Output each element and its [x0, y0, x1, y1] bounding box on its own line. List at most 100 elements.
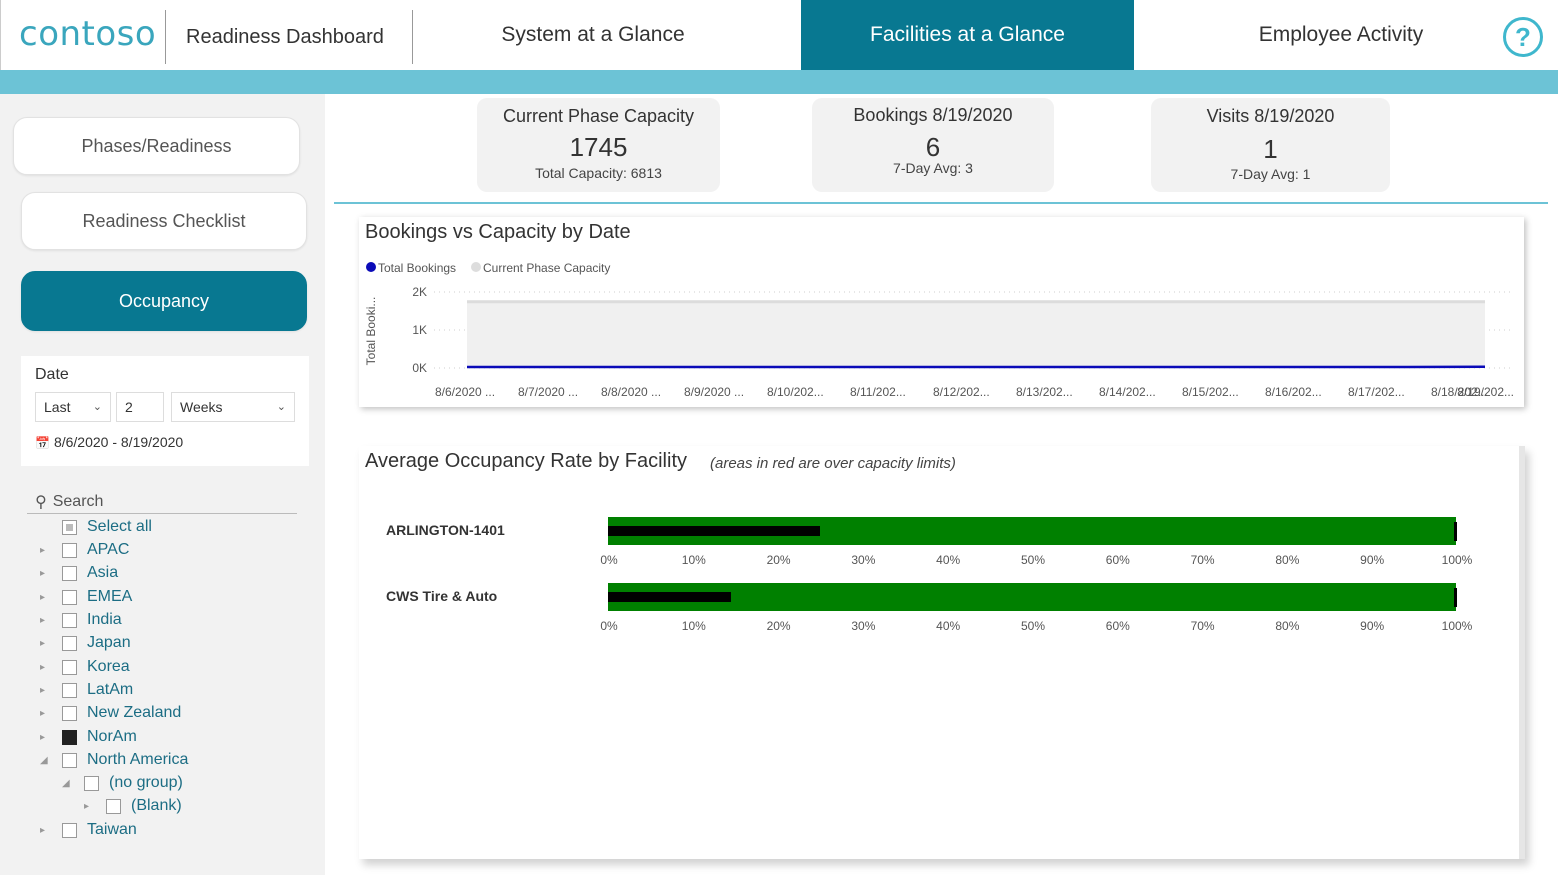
occupancy-bar	[608, 592, 731, 602]
x-tick-label: 60%	[1106, 619, 1130, 633]
checkbox[interactable]	[62, 589, 77, 605]
occupancy-button[interactable]: Occupancy	[21, 271, 307, 331]
legend-marker-current-phase-capacity	[471, 262, 481, 272]
list-item[interactable]: ▸ Korea	[40, 656, 130, 678]
date-slicer: Date Last ⌄ 2 Weeks ⌄ 📅 8/6/2020 - 8/19/2…	[21, 356, 309, 466]
occupancy-rate-panel: Average Occupancy Rate by Facility (area…	[359, 446, 1525, 859]
header-divider	[165, 10, 166, 64]
list-item-label: Japan	[87, 634, 131, 651]
checkbox[interactable]	[84, 775, 99, 791]
dashboard-root: contoso Readiness Dashboard System at a …	[0, 0, 1562, 875]
x-tick-label: 0%	[600, 553, 618, 567]
list-item-label: Taiwan	[87, 821, 137, 838]
occupancy-bar	[608, 526, 820, 536]
list-item[interactable]: ▸ India	[40, 609, 122, 631]
x-tick-label: 8/6/2020 ...	[435, 385, 495, 399]
top-header: contoso Readiness Dashboard System at a …	[0, 0, 1558, 70]
checkbox[interactable]	[62, 612, 77, 628]
bookings-capacity-chart: Total Bookings Current Phase Capacity 2K 1K…	[364, 261, 1514, 399]
chevron-down-icon[interactable]: ◢	[40, 755, 50, 766]
list-item[interactable]: ▸ NorAm	[40, 726, 137, 748]
period-count-input[interactable]: 2	[116, 392, 164, 422]
chevron-right-icon[interactable]: ▸	[40, 708, 50, 719]
list-item[interactable]: ▸ Japan	[40, 632, 131, 654]
chevron-right-icon[interactable]: ▸	[40, 638, 50, 649]
chevron-down-icon[interactable]: ◢	[62, 778, 72, 789]
list-item[interactable]: ▸ Asia	[40, 562, 118, 584]
checkbox-checked[interactable]	[62, 729, 77, 745]
checkbox[interactable]	[62, 565, 77, 581]
phases-readiness-button[interactable]: Phases/Readiness	[13, 117, 300, 175]
kpi-subtitle: 7-Day Avg: 3	[893, 160, 973, 176]
capacity-band	[608, 583, 1456, 611]
chevron-down-icon: ⌄	[92, 401, 102, 413]
list-item[interactable]: ▸ (Blank)	[84, 795, 182, 817]
x-tick-label: 20%	[767, 553, 791, 567]
checkbox[interactable]	[106, 798, 121, 814]
chevron-right-icon[interactable]: ▸	[40, 662, 50, 673]
checkbox[interactable]	[62, 542, 77, 558]
list-item[interactable]: ▸ EMEA	[40, 586, 132, 608]
checkbox[interactable]	[62, 752, 77, 768]
y-axis-label: Total Booki...	[364, 297, 378, 366]
list-item[interactable]: ▸ Taiwan	[40, 819, 137, 841]
tab-facilities-at-a-glance[interactable]: Facilities at a Glance	[801, 0, 1134, 70]
kpi-value: 6	[925, 132, 941, 162]
x-tick-label: 8/17/202...	[1348, 385, 1405, 399]
checkbox[interactable]	[62, 519, 77, 535]
calendar-icon: 📅	[35, 436, 50, 450]
chevron-right-icon[interactable]: ▸	[40, 592, 50, 603]
list-item[interactable]: ◢ North America	[40, 749, 188, 771]
checkbox[interactable]	[62, 635, 77, 651]
x-tick-label: 0%	[600, 619, 618, 633]
checkbox[interactable]	[62, 822, 77, 838]
kpi-bookings: Bookings 8/19/2020 6 7-Day Avg: 3	[812, 98, 1054, 192]
x-tick-label: 30%	[851, 619, 875, 633]
chevron-right-icon[interactable]: ▸	[40, 568, 50, 579]
list-item-label: NorAm	[87, 728, 137, 745]
chevron-right-icon[interactable]: ▸	[40, 732, 50, 743]
help-icon[interactable]: ?	[1503, 17, 1543, 57]
y-tick-label: 2K	[412, 285, 427, 299]
tab-system-at-a-glance[interactable]: System at a Glance	[413, 0, 773, 70]
list-item[interactable]: Select all	[40, 516, 152, 538]
section-divider	[334, 202, 1548, 204]
contoso-logo: contoso	[19, 14, 157, 54]
chevron-right-icon[interactable]: ▸	[84, 801, 94, 812]
x-tick-label: 8/16/202...	[1265, 385, 1322, 399]
tab-employee-activity[interactable]: Employee Activity	[1151, 0, 1531, 70]
checkbox[interactable]	[62, 705, 77, 721]
readiness-checklist-button[interactable]: Readiness Checklist	[21, 192, 307, 250]
kpi-title: Bookings 8/19/2020	[853, 105, 1013, 125]
list-item-label: Select all	[87, 518, 152, 535]
list-item[interactable]: ▸ New Zealand	[40, 702, 181, 724]
checkbox[interactable]	[62, 682, 77, 698]
x-tick-label: 70%	[1191, 553, 1215, 567]
target-marker	[1454, 588, 1457, 607]
chevron-right-icon[interactable]: ▸	[40, 615, 50, 626]
x-tick-label: 10%	[682, 553, 706, 567]
list-item[interactable]: ▸ LatAm	[40, 679, 133, 701]
region-search[interactable]: ⚲ Search	[27, 490, 297, 514]
chevron-right-icon[interactable]: ▸	[40, 545, 50, 556]
list-item[interactable]: ◢ (no group)	[62, 772, 183, 794]
period-unit-select[interactable]: Weeks ⌄	[171, 392, 295, 422]
y-tick-label: 0K	[412, 361, 427, 375]
search-placeholder: Search	[52, 492, 104, 510]
relative-period-select[interactable]: Last ⌄	[35, 392, 111, 422]
kpi-title: Current Phase Capacity	[502, 106, 695, 126]
list-item-label: EMEA	[87, 588, 133, 605]
checkbox[interactable]	[62, 659, 77, 675]
x-tick-label: 100%	[1442, 619, 1473, 633]
chevron-right-icon[interactable]: ▸	[40, 825, 50, 836]
chevron-down-icon: ⌄	[276, 401, 286, 413]
x-tick-label: 90%	[1360, 619, 1384, 633]
chevron-right-icon[interactable]: ▸	[40, 685, 50, 696]
kpi-visits: Visits 8/19/2020 1 7-Day Avg: 1	[1151, 98, 1390, 192]
x-tick-label: 8/9/2020 ...	[684, 385, 744, 399]
x-tick-label: 20%	[767, 619, 791, 633]
list-item[interactable]: ▸ APAC	[40, 539, 129, 561]
x-tick-label: 60%	[1106, 553, 1130, 567]
x-tick-label: 40%	[936, 553, 960, 567]
legend-label: Current Phase Capacity	[483, 261, 610, 275]
